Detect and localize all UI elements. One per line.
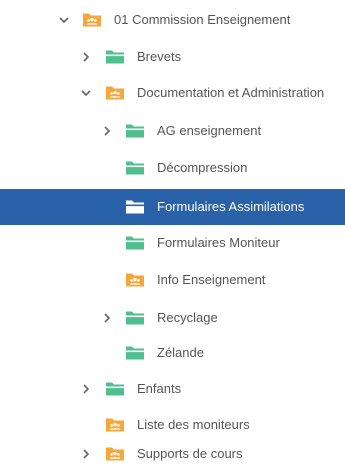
tree-item-brevets[interactable]: Brevets xyxy=(0,39,345,75)
folder-icon xyxy=(125,198,145,215)
tree-item-label: Zélande xyxy=(157,345,204,360)
chevron-down-icon[interactable] xyxy=(78,85,94,101)
tree-item-supports-de-cours[interactable]: Supports de cours xyxy=(0,436,345,472)
folder-icon xyxy=(105,380,125,397)
tree-item-ag-enseignement[interactable]: AG enseignement xyxy=(0,113,345,149)
folder-icon xyxy=(125,344,145,361)
chevron-right-icon[interactable] xyxy=(78,446,94,462)
folder-icon xyxy=(125,122,145,139)
tree-item-decompression[interactable]: Décompression xyxy=(0,150,345,186)
tree-item-label: Enfants xyxy=(137,381,182,396)
folder-icon xyxy=(105,48,125,65)
group-folder-icon xyxy=(105,445,125,462)
tree-item-label: Info Enseignement xyxy=(157,272,266,287)
folder-icon xyxy=(125,159,145,176)
tree-item-label: Supports de cours xyxy=(137,446,243,461)
tree-item-label: Formulaires Moniteur xyxy=(157,235,280,250)
tree-item-documentation-administration[interactable]: Documentation et Administration xyxy=(0,75,345,111)
folder-icon xyxy=(125,234,145,251)
tree-item-label: Formulaires Assimilations xyxy=(157,199,305,214)
tree-item-label: Documentation et Administration xyxy=(137,85,325,100)
group-folder-icon xyxy=(125,271,145,288)
tree-item-commission-enseignement[interactable]: 01 Commission Enseignement xyxy=(0,2,345,38)
folder-icon xyxy=(125,309,145,326)
tree-item-zelande[interactable]: Zélande xyxy=(0,335,345,371)
tree-item-label: 01 Commission Enseignement xyxy=(114,12,291,27)
group-folder-icon xyxy=(105,84,125,101)
chevron-right-icon[interactable] xyxy=(99,310,115,326)
folder-tree: 01 Commission Enseignement Brevets Docum… xyxy=(0,0,345,472)
tree-item-label: Recyclage xyxy=(157,310,218,325)
tree-item-info-enseignement[interactable]: Info Enseignement xyxy=(0,262,345,298)
tree-item-label: Brevets xyxy=(137,49,182,64)
tree-item-label: Liste des moniteurs xyxy=(137,417,250,432)
chevron-down-icon[interactable] xyxy=(56,12,72,28)
chevron-right-icon[interactable] xyxy=(78,381,94,397)
tree-item-formulaires-assimilations[interactable]: Formulaires Assimilations xyxy=(0,189,345,225)
chevron-right-icon[interactable] xyxy=(99,123,115,139)
chevron-right-icon[interactable] xyxy=(78,49,94,65)
tree-item-label: AG enseignement xyxy=(157,123,262,138)
group-folder-icon xyxy=(105,416,125,433)
group-folder-icon xyxy=(82,11,102,28)
tree-item-enfants[interactable]: Enfants xyxy=(0,371,345,407)
tree-item-formulaires-moniteur[interactable]: Formulaires Moniteur xyxy=(0,225,345,261)
tree-item-recyclage[interactable]: Recyclage xyxy=(0,300,345,336)
tree-item-label: Décompression xyxy=(157,160,248,175)
